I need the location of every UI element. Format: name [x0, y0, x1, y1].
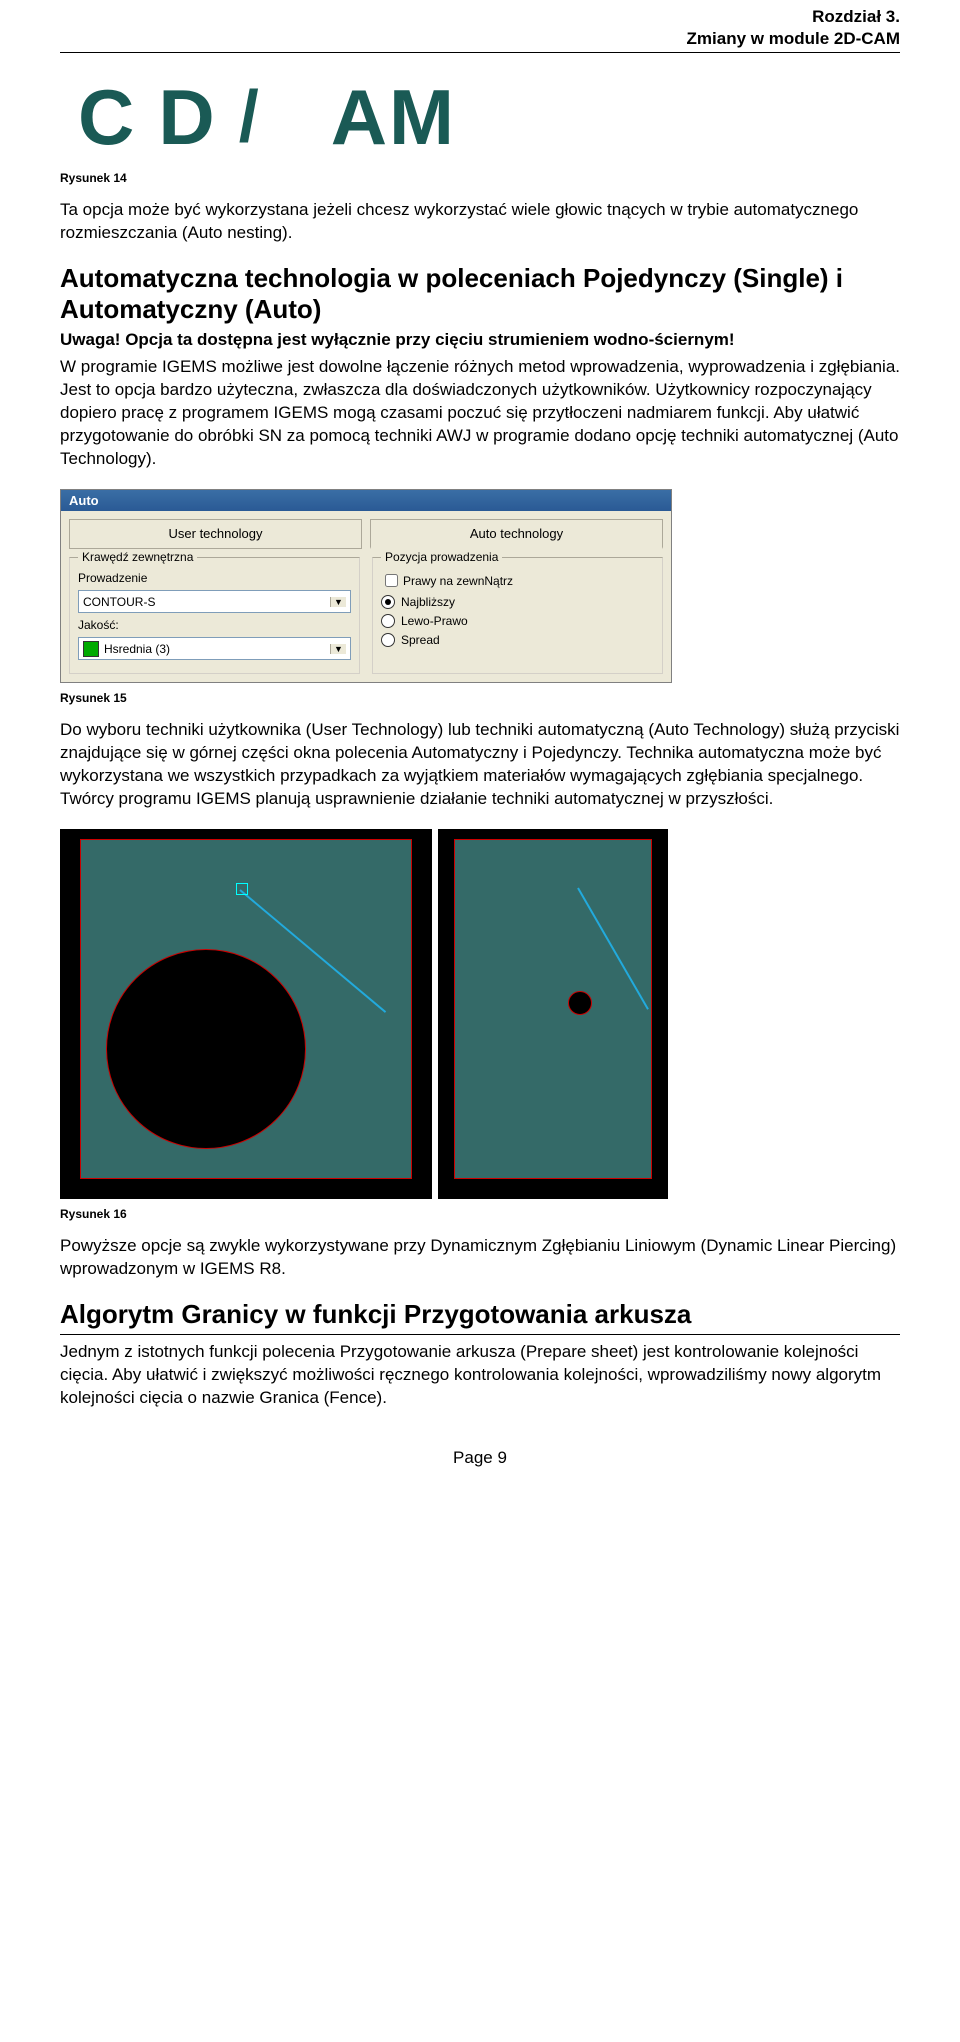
radio-spread[interactable] [381, 633, 395, 647]
chapter-title: Zmiany w module 2D-CAM [60, 28, 900, 50]
banner-letter-c: C [78, 78, 136, 156]
radio-najblizszy[interactable] [381, 595, 395, 609]
figure-16-caption: Rysunek 16 [60, 1207, 900, 1221]
auto-dialog: Auto User technology Auto technology Kra… [60, 489, 672, 683]
figure-16 [60, 829, 672, 1199]
group-lead-position: Pozycja prowadzenia Prawy na zewnNątrz N… [372, 557, 663, 674]
chevron-down-icon: ▼ [330, 597, 346, 607]
banner-slash: / [239, 81, 259, 153]
chevron-down-icon: ▼ [330, 644, 346, 654]
checkbox-prawy-label: Prawy na zewnNątrz [403, 574, 513, 588]
banner-letter-d: D [158, 78, 216, 156]
figure-14-caption: Rysunek 14 [60, 171, 900, 185]
hole-right [568, 991, 592, 1015]
paragraph-2: W programie IGEMS możliwe jest dowolne ł… [60, 356, 900, 471]
heading-auto-technology: Automatyczna technologia w poleceniach P… [60, 263, 900, 325]
page-footer: Page 9 [60, 1448, 900, 1468]
radio-lewoprawo-label: Lewo-Prawo [401, 614, 468, 628]
select-contour-value: CONTOUR-S [83, 595, 155, 609]
tab-auto-technology[interactable]: Auto technology [370, 519, 663, 549]
header-rule [60, 52, 900, 53]
figure-16-panel-right [438, 829, 668, 1199]
figure-16-panel-left [60, 829, 432, 1199]
group-outer-edge-label: Krawędź zewnętrzna [78, 550, 197, 564]
radio-najblizszy-label: Najbliższy [401, 595, 455, 609]
group-lead-position-label: Pozycja prowadzenia [381, 550, 502, 564]
dialog-title-text: Auto [69, 493, 99, 508]
figure-15-caption: Rysunek 15 [60, 691, 900, 705]
quality-color-chip [83, 641, 99, 657]
group-outer-edge: Krawędź zewnętrzna Prowadzenie CONTOUR-S… [69, 557, 360, 674]
dialog-titlebar: Auto [61, 490, 671, 511]
page-header: Rozdział 3. Zmiany w module 2D-CAM [60, 0, 900, 50]
radio-spread-label: Spread [401, 633, 440, 647]
banner-letter-am: AM [331, 78, 456, 156]
label-prowadzenie: Prowadzenie [78, 571, 147, 585]
figure-14-banner: C D / AM [60, 71, 680, 163]
tab-user-technology[interactable]: User technology [69, 519, 362, 549]
part-outline-right [454, 839, 652, 1179]
chapter-label: Rozdział 3. [60, 6, 900, 28]
select-jakosc-value: Hsrednia (3) [104, 642, 330, 656]
hole-left [106, 949, 306, 1149]
radio-lewoprawo[interactable] [381, 614, 395, 628]
pierce-marker-left [236, 883, 248, 895]
paragraph-5: Jednym z istotnych funkcji polecenia Prz… [60, 1341, 900, 1410]
paragraph-1: Ta opcja może być wykorzystana jeżeli ch… [60, 199, 900, 245]
section-rule [60, 1334, 900, 1335]
warning-label: Uwaga! [60, 330, 120, 349]
select-contour[interactable]: CONTOUR-S ▼ [78, 590, 351, 613]
paragraph-3: Do wyboru techniki użytkownika (User Tec… [60, 719, 900, 811]
paragraph-4: Powyższe opcje są zwykle wykorzystywane … [60, 1235, 900, 1281]
checkbox-prawy[interactable] [385, 574, 398, 587]
warning-block: Uwaga! Opcja ta dostępna jest wyłącznie … [60, 329, 900, 352]
select-jakosc[interactable]: Hsrednia (3) ▼ [78, 637, 351, 660]
label-jakosc: Jakość: [78, 618, 119, 632]
warning-text: Opcja ta dostępna jest wyłącznie przy ci… [125, 330, 734, 349]
heading-fence-algorithm: Algorytm Granicy w funkcji Przygotowania… [60, 1299, 900, 1330]
